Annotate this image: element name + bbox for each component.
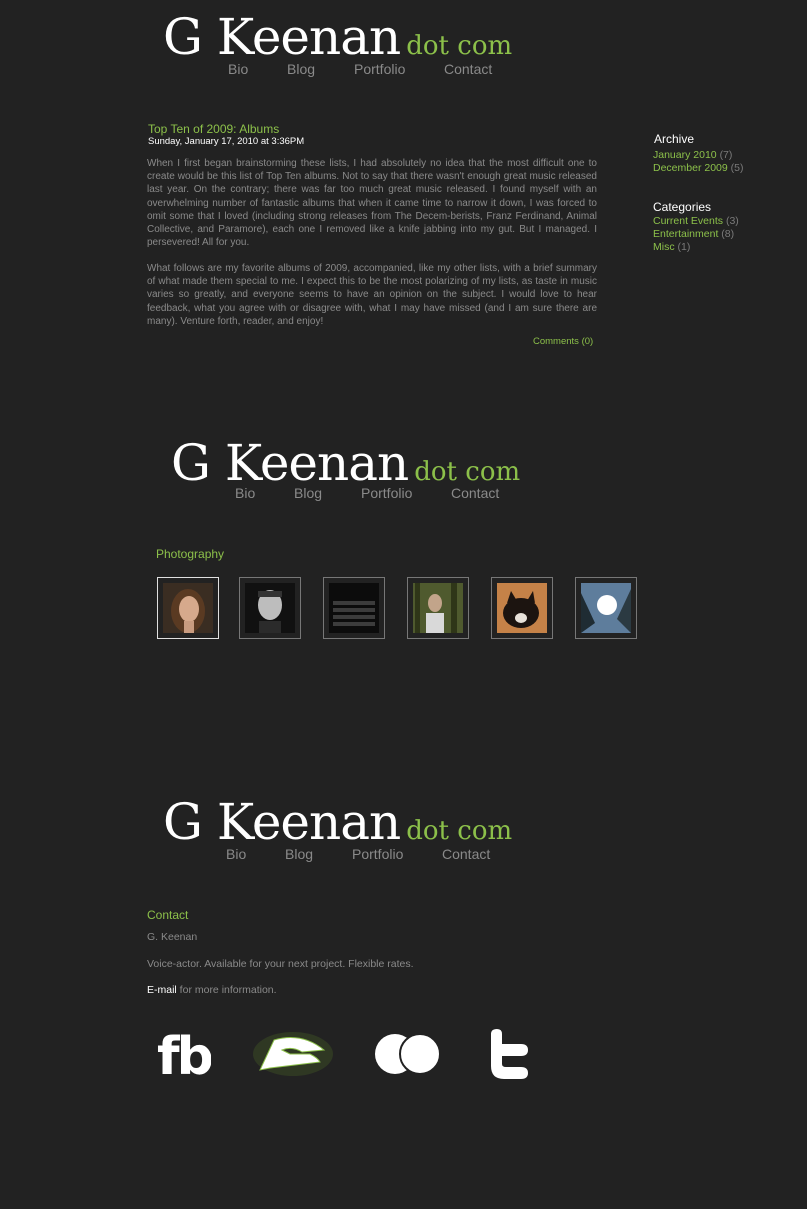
email-link[interactable]: E-mail bbox=[147, 984, 177, 996]
categories-list: Current Events (3) Entertainment (8) Mis… bbox=[653, 215, 739, 254]
deviantart-icon[interactable] bbox=[252, 1028, 334, 1080]
nav-bio[interactable]: Bio bbox=[228, 61, 248, 77]
category-link[interactable]: Current Events bbox=[653, 215, 723, 227]
keyboard-photo bbox=[329, 583, 379, 633]
category-link[interactable]: Misc bbox=[653, 241, 675, 253]
archive-link[interactable]: January 2010 bbox=[653, 149, 717, 161]
logo-name: G Keenan bbox=[163, 793, 401, 851]
site-logo[interactable]: G Keenan dot com bbox=[163, 797, 512, 847]
site-header: G Keenan dot com bbox=[163, 12, 512, 62]
site-header: G Keenan dot com bbox=[171, 438, 520, 488]
nav-portfolio[interactable]: Portfolio bbox=[352, 846, 403, 862]
archive-count: (5) bbox=[730, 162, 744, 174]
category-item: Misc (1) bbox=[653, 241, 739, 254]
flickr-icon[interactable] bbox=[372, 1032, 444, 1078]
nav-bio[interactable]: Bio bbox=[226, 846, 246, 862]
archive-list: January 2010 (7) December 2009 (5) bbox=[653, 149, 743, 175]
photo-thumbnail[interactable] bbox=[323, 577, 385, 639]
nav-contact[interactable]: Contact bbox=[451, 485, 499, 501]
nav-blog[interactable]: Blog bbox=[285, 846, 313, 862]
photo-thumbnail[interactable] bbox=[491, 577, 553, 639]
photo-thumbnail[interactable] bbox=[239, 577, 301, 639]
contact-email-line: E-mail for more information. bbox=[147, 984, 277, 996]
category-count: (1) bbox=[677, 241, 691, 253]
logo-dot-com: dot com bbox=[406, 31, 513, 61]
site-logo[interactable]: G Keenan dot com bbox=[171, 438, 520, 488]
portfolio-page: G Keenan dot com Bio Blog Portfolio Conta… bbox=[0, 420, 807, 680]
logo-dot-com: dot com bbox=[406, 816, 513, 846]
contact-page: G Keenan dot com Bio Blog Portfolio Conta… bbox=[0, 780, 807, 1209]
nav-contact[interactable]: Contact bbox=[444, 61, 492, 77]
post-date: Sunday, January 17, 2010 at 3:36PM bbox=[148, 136, 305, 147]
photo-thumbnail[interactable] bbox=[575, 577, 637, 639]
logo-dot-com: dot com bbox=[414, 457, 521, 487]
nav-contact[interactable]: Contact bbox=[442, 846, 490, 862]
categories-heading: Categories bbox=[653, 200, 712, 214]
photo-thumbnail[interactable] bbox=[157, 577, 219, 639]
post-paragraph: What follows are my favorite albums of 2… bbox=[147, 263, 597, 327]
nav-bio[interactable]: Bio bbox=[235, 485, 255, 501]
post-paragraph: When I first began brainstorming these l… bbox=[147, 158, 597, 249]
portrait-man-photo bbox=[245, 583, 295, 633]
archive-heading: Archive bbox=[654, 132, 695, 146]
logo-name: G Keenan bbox=[163, 8, 401, 66]
svg-text:fb: fb bbox=[157, 1030, 211, 1078]
photo-thumbnail[interactable] bbox=[407, 577, 469, 639]
archive-count: (7) bbox=[719, 149, 733, 161]
photography-heading: Photography bbox=[156, 547, 225, 561]
portrait-woman-photo bbox=[163, 583, 213, 633]
contact-tagline: Voice-actor. Available for your next pro… bbox=[147, 958, 414, 970]
archive-item: January 2010 (7) bbox=[653, 149, 743, 162]
cat-photo bbox=[497, 583, 547, 633]
logo-name: G Keenan bbox=[171, 434, 409, 492]
sunlight-trees-photo bbox=[581, 583, 631, 633]
twitter-icon[interactable] bbox=[488, 1028, 530, 1080]
nav-blog[interactable]: Blog bbox=[294, 485, 322, 501]
category-count: (8) bbox=[721, 228, 735, 240]
category-item: Entertainment (8) bbox=[653, 228, 739, 241]
archive-link[interactable]: December 2009 bbox=[653, 162, 728, 174]
contact-heading: Contact bbox=[147, 908, 189, 922]
archive-item: December 2009 (5) bbox=[653, 162, 743, 175]
category-item: Current Events (3) bbox=[653, 215, 739, 228]
category-count: (3) bbox=[725, 215, 739, 227]
facebook-icon[interactable]: fb bbox=[157, 1030, 211, 1078]
nav-blog[interactable]: Blog bbox=[287, 61, 315, 77]
blog-page: G Keenan dot com Bio Blog Portfolio Conta… bbox=[0, 0, 807, 380]
comments-link[interactable]: Comments (0) bbox=[533, 336, 593, 347]
man-in-trees-photo bbox=[413, 583, 463, 633]
category-link[interactable]: Entertainment bbox=[653, 228, 718, 240]
post-title[interactable]: Top Ten of 2009: Albums bbox=[148, 122, 279, 136]
nav-portfolio[interactable]: Portfolio bbox=[354, 61, 405, 77]
email-suffix: for more information. bbox=[176, 984, 277, 996]
site-logo[interactable]: G Keenan dot com bbox=[163, 12, 512, 62]
nav-portfolio[interactable]: Portfolio bbox=[361, 485, 412, 501]
site-header: G Keenan dot com bbox=[163, 797, 512, 847]
contact-name: G. Keenan bbox=[147, 931, 198, 943]
